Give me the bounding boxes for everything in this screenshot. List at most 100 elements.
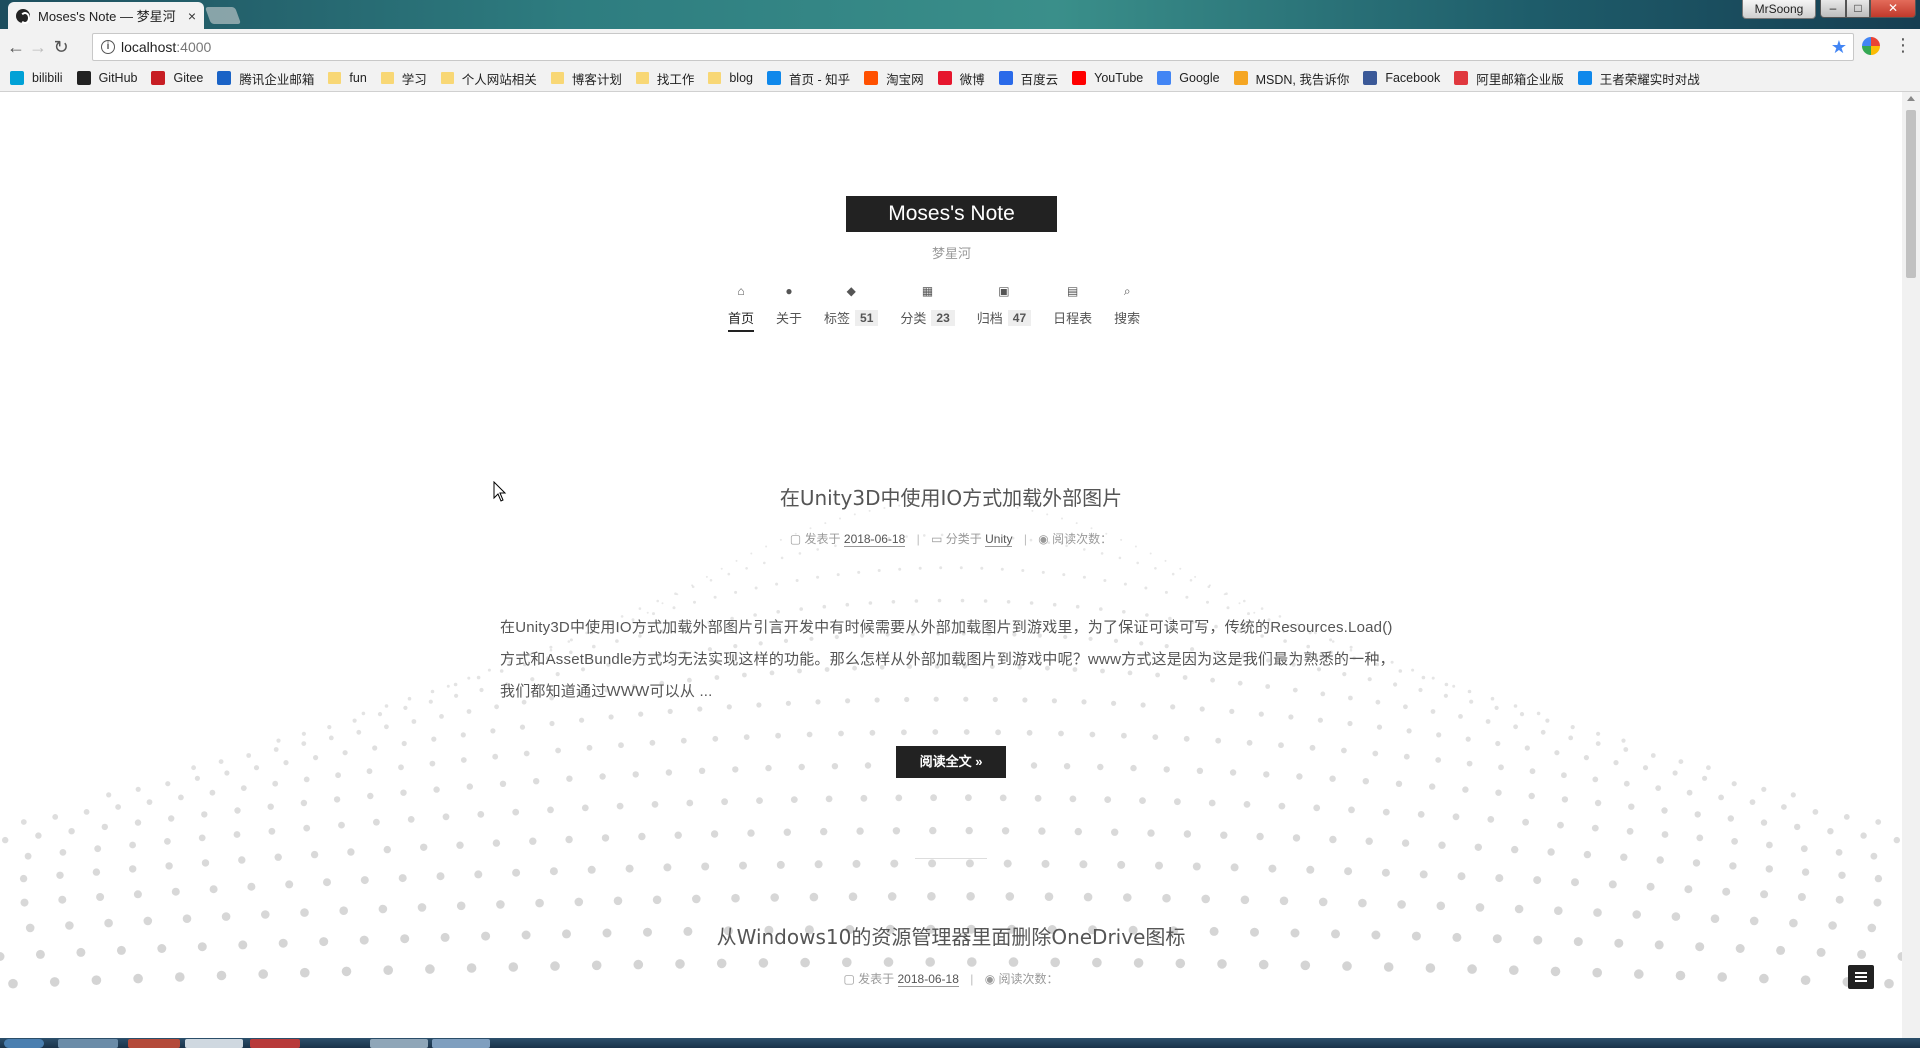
bookmark-item[interactable]: 首页 - 知乎 (766, 69, 850, 88)
particle-dot (1183, 830, 1192, 838)
particle-dot (439, 714, 444, 719)
particle-dot (285, 880, 294, 889)
particle-dot (565, 835, 573, 844)
particle-dot (338, 821, 345, 829)
particle-dot (1092, 957, 1102, 968)
bookmark-item[interactable]: bilibili (10, 71, 63, 85)
taskbar-item[interactable] (250, 1039, 300, 1048)
taskbar-item[interactable] (58, 1039, 118, 1048)
bookmark-item[interactable]: fun (328, 71, 367, 85)
particle-dot (651, 801, 659, 808)
back-button[interactable]: ← (6, 37, 26, 57)
minimize-button[interactable]: – (1820, 0, 1846, 18)
bookmark-label: MSDN, 我告诉你 (1255, 72, 1350, 87)
bookmark-star-icon[interactable]: ★ (1831, 37, 1847, 58)
bookmark-item[interactable]: Gitee (151, 71, 203, 85)
taskbar-item[interactable] (432, 1039, 490, 1048)
particle-dot (1139, 797, 1146, 804)
particle-dot (1063, 763, 1071, 770)
maximize-button[interactable]: □ (1846, 0, 1870, 18)
bookmark-item[interactable]: blog (708, 71, 753, 85)
reload-button[interactable]: ↻ (51, 37, 71, 57)
menu-item-3[interactable]: ◆ 标签 51 (824, 284, 879, 332)
bookmark-item[interactable]: 淘宝网 (864, 69, 924, 88)
particle-dot (1533, 876, 1542, 885)
particle-dot (1058, 730, 1064, 737)
forward-button[interactable]: → (28, 37, 48, 57)
menu-item-1[interactable]: ⌂ 首页 (728, 284, 755, 332)
extension-icon[interactable] (1862, 37, 1880, 55)
taskbar-item[interactable] (128, 1039, 180, 1048)
particle-dot (133, 890, 142, 899)
close-window-button[interactable]: ✕ (1870, 0, 1916, 18)
profile-button[interactable]: MrSoong (1742, 0, 1816, 19)
particle-dot (1100, 552, 1104, 555)
bookmark-item[interactable]: 学习 (380, 69, 427, 88)
scroll-up-icon[interactable] (1907, 96, 1915, 101)
bookmark-item[interactable]: Google (1157, 71, 1220, 85)
particle-dot (1220, 831, 1228, 839)
bookmark-item[interactable]: 找工作 (635, 69, 694, 88)
page-scrollbar[interactable] (1902, 92, 1920, 1038)
bookmark-item[interactable]: Facebook (1363, 71, 1440, 85)
post-title[interactable]: 从Windows10的资源管理器里面删除OneDrive图标 (0, 921, 1902, 950)
site-info-icon[interactable]: i (101, 40, 115, 54)
particle-dot (1372, 750, 1379, 757)
category-link[interactable]: Unity (985, 532, 1013, 547)
particle-dot (1528, 792, 1535, 800)
bookmark-item[interactable]: MSDN, 我告诉你 (1233, 69, 1350, 88)
bookmark-item[interactable]: 阿里邮箱企业版 (1454, 69, 1564, 88)
particle-dot (1686, 789, 1693, 796)
read-more-button[interactable]: 阅读全文 » (896, 746, 1006, 778)
particle-dot (672, 606, 676, 610)
particle-dot (1655, 785, 1662, 791)
tab-close-icon[interactable]: × (188, 8, 196, 24)
bookmark-item[interactable]: 百度云 (998, 69, 1058, 88)
sidebar-toggle-button[interactable] (1848, 965, 1874, 989)
mouse-cursor-icon (493, 481, 507, 502)
taskbar-item[interactable] (185, 1039, 243, 1048)
bookmark-item[interactable]: YouTube (1072, 71, 1143, 85)
address-bar[interactable]: i localhost:4000 ★ (92, 33, 1854, 61)
bookmark-item[interactable]: 腾讯企业邮箱 (217, 69, 314, 88)
bookmark-item[interactable]: 个人网站相关 (440, 69, 537, 88)
menu-item-6[interactable]: ▤ 日程表 (1053, 284, 1092, 332)
particle-dot (663, 863, 672, 872)
menu-item-2[interactable]: ● 关于 (776, 284, 802, 332)
particle-dot (1495, 740, 1501, 747)
bookmark-item[interactable]: 博客计划 (550, 69, 622, 88)
menu-item-4[interactable]: ▦ 分类 23 (900, 284, 955, 332)
particle-dot (1341, 747, 1347, 754)
post-title[interactable]: 在Unity3D中使用IO方式加载外部图片 (0, 482, 1902, 511)
site-brand[interactable]: Moses's Note (846, 196, 1057, 232)
menu-item-5[interactable]: ▣ 归档 47 (977, 284, 1032, 332)
particle-dot (1781, 804, 1787, 810)
start-button[interactable] (4, 1039, 44, 1048)
particle-dot (1344, 867, 1353, 876)
menu-label: 首页 (728, 308, 755, 332)
particle-dot (1050, 957, 1060, 968)
particle-dot (1403, 753, 1410, 760)
taskbar-item[interactable] (370, 1039, 428, 1048)
url-text[interactable]: localhost:4000 (121, 39, 211, 55)
particle-dot (1192, 862, 1201, 871)
bookmark-item[interactable]: GitHub (76, 71, 137, 85)
new-tab-button[interactable] (204, 7, 242, 24)
bookmark-item[interactable]: 微博 (937, 69, 985, 88)
particle-dot (731, 893, 740, 903)
particle-dot (1760, 890, 1769, 899)
bookmark-item[interactable]: 王者荣耀实时对战 (1577, 69, 1700, 88)
browser-tab[interactable]: Moses's Note — 梦星河 × (8, 2, 204, 29)
particle-dot (1300, 960, 1311, 971)
particle-dot (1046, 513, 1049, 516)
particle-dot (705, 575, 708, 578)
chrome-menu-icon[interactable]: ⋮ (1894, 35, 1912, 55)
particle-dot (776, 860, 785, 869)
scrollbar-thumb[interactable] (1906, 110, 1916, 278)
menu-item-7[interactable]: ⌕ 搜索 (1114, 284, 1140, 332)
particle-dot (1438, 841, 1446, 849)
particle-dot (549, 720, 555, 727)
particle-dot (709, 579, 713, 582)
particle-dot (625, 864, 634, 873)
particle-dot (845, 602, 850, 607)
